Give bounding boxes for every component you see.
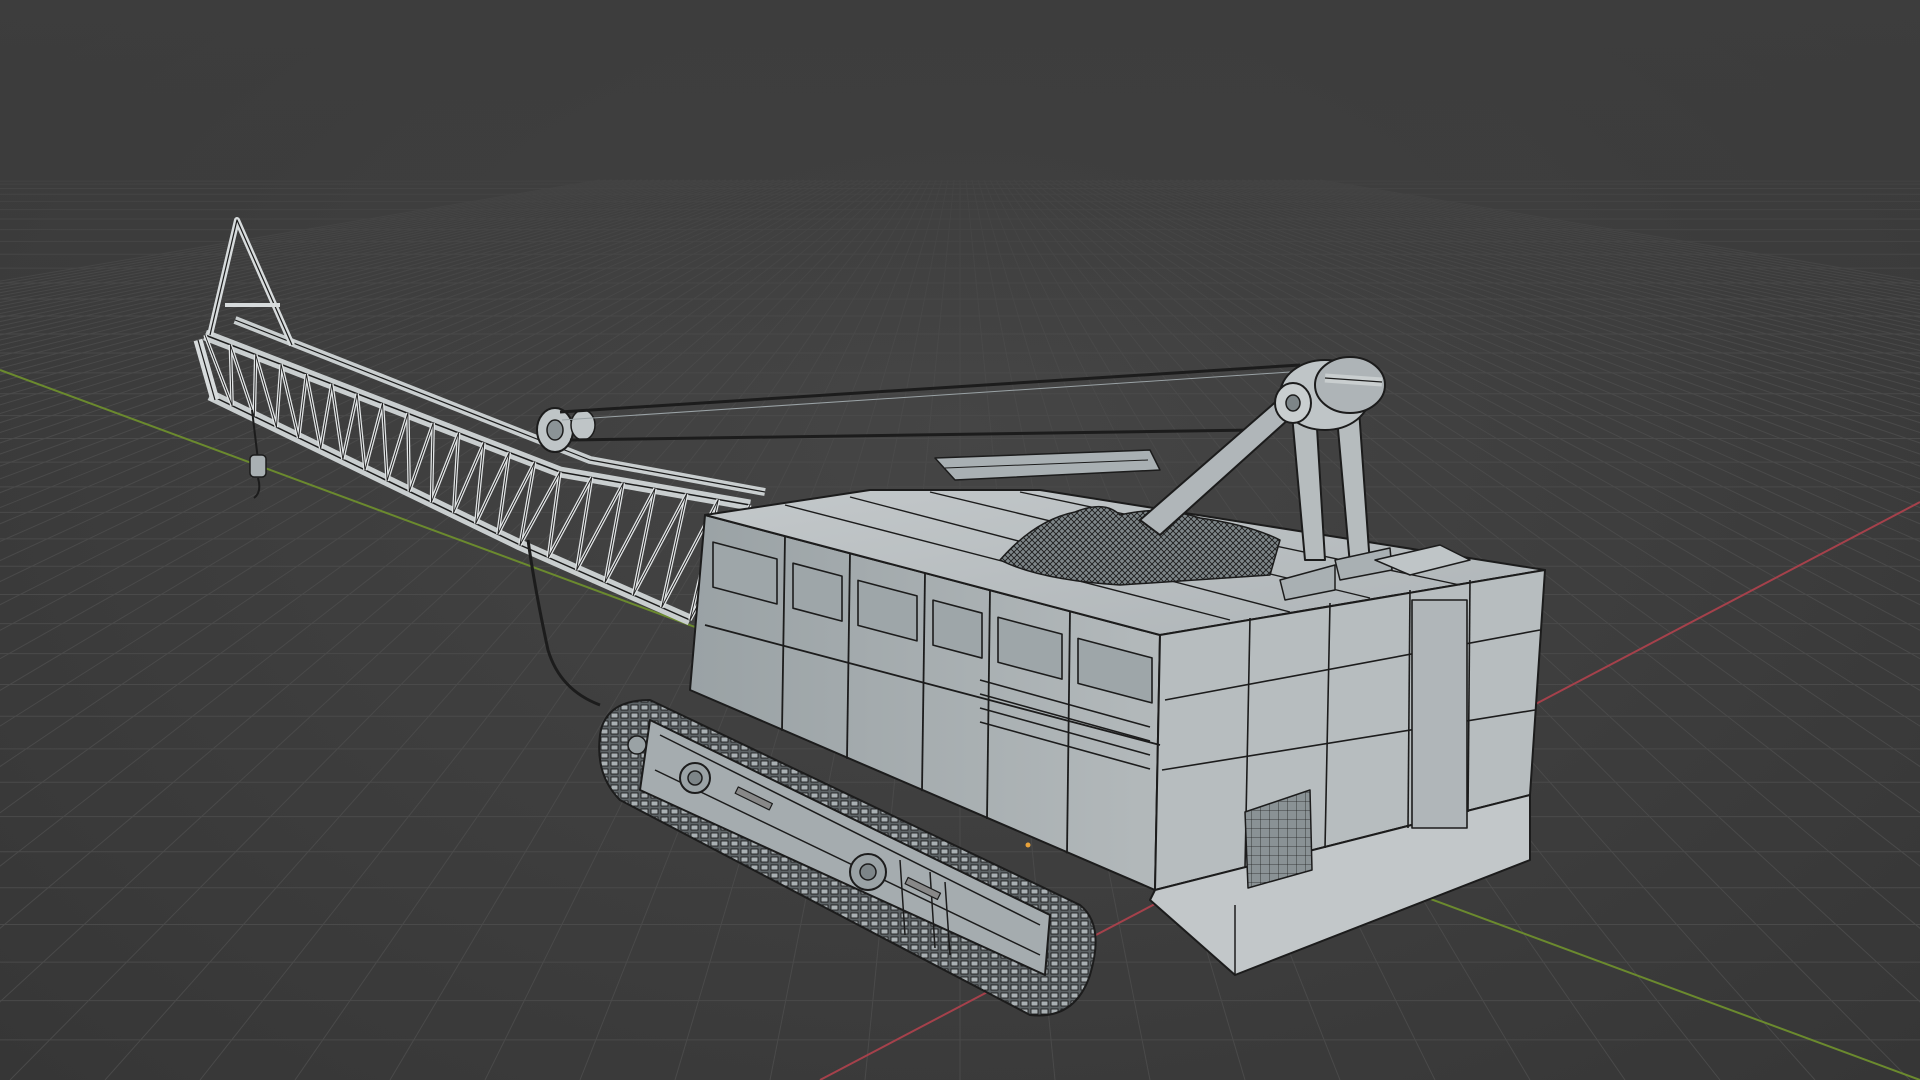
origin-marker bbox=[1025, 842, 1031, 848]
viewport-canvas[interactable] bbox=[0, 0, 1920, 1080]
3d-viewport[interactable] bbox=[0, 0, 1920, 1080]
